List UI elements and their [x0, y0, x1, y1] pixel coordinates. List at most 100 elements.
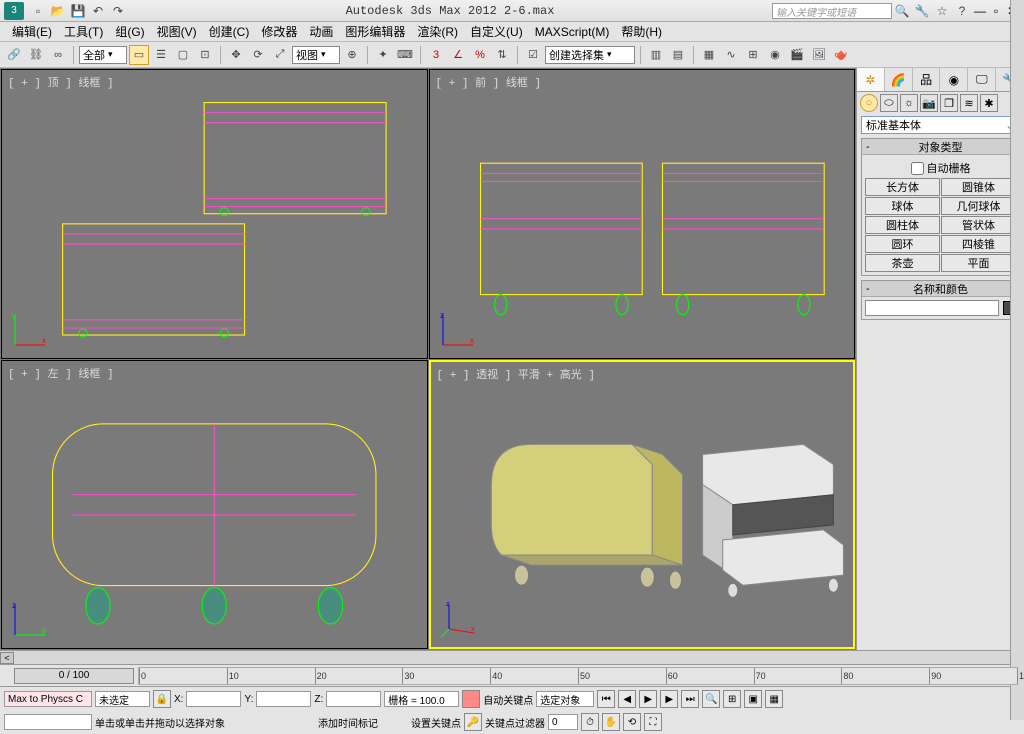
next-frame-icon[interactable]: ▶ — [660, 690, 678, 708]
viewport-top-label[interactable]: [ + ] 顶 ] 线框 ] — [8, 74, 114, 90]
zoom-all-icon[interactable]: ⊞ — [723, 690, 741, 708]
render-setup-icon[interactable]: 🎬 — [787, 45, 807, 65]
selection-lock-icon[interactable]: 🔒 — [153, 690, 171, 708]
zoom-region-icon[interactable]: ▦ — [765, 690, 783, 708]
select-name-icon[interactable]: ☰ — [151, 45, 171, 65]
spacewarps-subtab-icon[interactable]: ≋ — [960, 94, 978, 112]
x-coord-input[interactable] — [186, 691, 241, 707]
lights-subtab-icon[interactable]: ☼ — [900, 94, 918, 112]
select-region-icon[interactable]: ▢ — [173, 45, 193, 65]
maximize-viewport-icon[interactable]: ⛶ — [644, 713, 662, 731]
plane-button[interactable]: 平面 — [941, 254, 1016, 272]
unlink-icon[interactable]: ⛓ — [26, 45, 46, 65]
time-config-icon[interactable]: ⏱ — [581, 713, 599, 731]
pan-icon[interactable]: ✋ — [602, 713, 620, 731]
schematic-view-icon[interactable]: ⊞ — [743, 45, 763, 65]
addtime-label[interactable]: 添加时间标记 — [318, 715, 378, 730]
hierarchy-tab-icon[interactable]: 品 — [913, 68, 941, 91]
move-icon[interactable]: ✥ — [226, 45, 246, 65]
select-manipulate-icon[interactable]: ✦ — [373, 45, 393, 65]
layers-icon[interactable]: ▦ — [699, 45, 719, 65]
zoom-icon[interactable]: 🔍 — [702, 690, 720, 708]
object-name-input[interactable] — [865, 300, 999, 316]
curve-editor-icon[interactable]: ∿ — [721, 45, 741, 65]
display-tab-icon[interactable]: 🖵 — [968, 68, 996, 91]
star-icon[interactable]: ☆ — [934, 3, 950, 19]
sphere-button[interactable]: 球体 — [865, 197, 940, 215]
create-tab-icon[interactable]: ✲ — [857, 68, 885, 91]
menu-modifiers[interactable]: 修改器 — [255, 21, 303, 42]
helpers-subtab-icon[interactable]: ❐ — [940, 94, 958, 112]
maxscript-listener[interactable]: Max to Physcs C — [4, 691, 92, 707]
menu-animation[interactable]: 动画 — [303, 21, 339, 42]
align-icon[interactable]: ▤ — [668, 45, 688, 65]
menu-rendering[interactable]: 渲染(R) — [411, 21, 464, 42]
orbit-icon[interactable]: ⟲ — [623, 713, 641, 731]
menu-grapheditors[interactable]: 图形编辑器 — [339, 21, 411, 42]
prefs-icon[interactable]: 🔧 — [914, 3, 930, 19]
time-slider[interactable]: 0 / 100 — [14, 668, 134, 684]
keymode-dropdown[interactable]: 选定对象 — [536, 691, 594, 707]
percent-snap-icon[interactable]: % — [470, 45, 490, 65]
binoculars-icon[interactable]: 🔍 — [894, 3, 910, 19]
window-crossing-icon[interactable]: ⊡ — [195, 45, 215, 65]
menu-group[interactable]: 组(G) — [109, 21, 150, 42]
render-frame-icon[interactable]: 🖼 — [809, 45, 829, 65]
viewport-left[interactable]: [ + ] 左 ] 线框 ] yz — [1, 360, 428, 650]
menu-create[interactable]: 创建(C) — [203, 21, 256, 42]
redo-icon[interactable]: ↷ — [110, 3, 126, 19]
new-icon[interactable]: ▫ — [30, 3, 46, 19]
help-icon[interactable]: ? — [954, 3, 970, 19]
systems-subtab-icon[interactable]: ✱ — [980, 94, 998, 112]
undo-icon[interactable]: ↶ — [90, 3, 106, 19]
autokey-label[interactable]: 自动关键点 — [483, 692, 533, 707]
autogrid-checkbox[interactable] — [911, 162, 924, 175]
geosphere-button[interactable]: 几何球体 — [941, 197, 1016, 215]
prev-frame-icon[interactable]: ◀ — [618, 690, 636, 708]
autokey-button[interactable] — [462, 690, 480, 708]
panel-scrollbar[interactable] — [1010, 0, 1024, 720]
cylinder-button[interactable]: 圆柱体 — [865, 216, 940, 234]
setkey-button[interactable]: 🔑 — [464, 713, 482, 731]
rollout-namecolor-header[interactable]: 名称和颜色 — [862, 281, 1019, 297]
snap-icon[interactable]: 3 — [426, 45, 446, 65]
open-icon[interactable]: 📂 — [50, 3, 66, 19]
menu-edit[interactable]: 编辑(E) — [6, 21, 58, 42]
y-coord-input[interactable] — [256, 691, 311, 707]
angle-snap-icon[interactable]: ∠ — [448, 45, 468, 65]
keyboard-shortcut-icon[interactable]: ⌨ — [395, 45, 415, 65]
modify-tab-icon[interactable]: 🌈 — [885, 68, 913, 91]
pyramid-button[interactable]: 四棱锥 — [941, 235, 1016, 253]
rotate-icon[interactable]: ⟳ — [248, 45, 268, 65]
spinner-snap-icon[interactable]: ⇅ — [492, 45, 512, 65]
save-icon[interactable]: 💾 — [70, 3, 86, 19]
select-object-icon[interactable]: ▭ — [129, 45, 149, 65]
keyfilter-label[interactable]: 关键点过滤器 — [485, 715, 545, 730]
link-icon[interactable]: 🔗 — [4, 45, 24, 65]
mirror-icon[interactable]: ▥ — [646, 45, 666, 65]
zoom-extents-icon[interactable]: ▣ — [744, 690, 762, 708]
material-editor-icon[interactable]: ◉ — [765, 45, 785, 65]
named-sel-icon[interactable]: ☑ — [523, 45, 543, 65]
geometry-subtab-icon[interactable]: ○ — [860, 94, 878, 112]
viewport-top[interactable]: [ + ] 顶 ] 线框 ] xy — [1, 69, 428, 359]
z-coord-input[interactable] — [326, 691, 381, 707]
selection-filter[interactable]: 全部 — [79, 46, 127, 64]
menu-help[interactable]: 帮助(H) — [615, 21, 668, 42]
bind-icon[interactable]: ∞ — [48, 45, 68, 65]
current-frame-input[interactable]: 0 — [548, 714, 578, 730]
teapot-button[interactable]: 茶壶 — [865, 254, 940, 272]
viewport-front-label[interactable]: [ + ] 前 ] 线框 ] — [436, 74, 542, 90]
setkey-label[interactable]: 设置关键点 — [411, 715, 461, 730]
rollout-objtype-header[interactable]: 对象类型 — [862, 139, 1019, 155]
menu-tools[interactable]: 工具(T) — [58, 21, 109, 42]
minimize-button[interactable]: — — [972, 4, 988, 18]
render-icon[interactable]: 🫖 — [831, 45, 851, 65]
search-input[interactable]: 输入关键字或短语 — [772, 3, 892, 19]
pivot-icon[interactable]: ⊕ — [342, 45, 362, 65]
goto-start-icon[interactable]: ⏮ — [597, 690, 615, 708]
menu-maxscript[interactable]: MAXScript(M) — [529, 23, 616, 41]
restore-button[interactable]: ▫ — [988, 4, 1004, 18]
cameras-subtab-icon[interactable]: 📷 — [920, 94, 938, 112]
menu-customize[interactable]: 自定义(U) — [464, 21, 529, 42]
